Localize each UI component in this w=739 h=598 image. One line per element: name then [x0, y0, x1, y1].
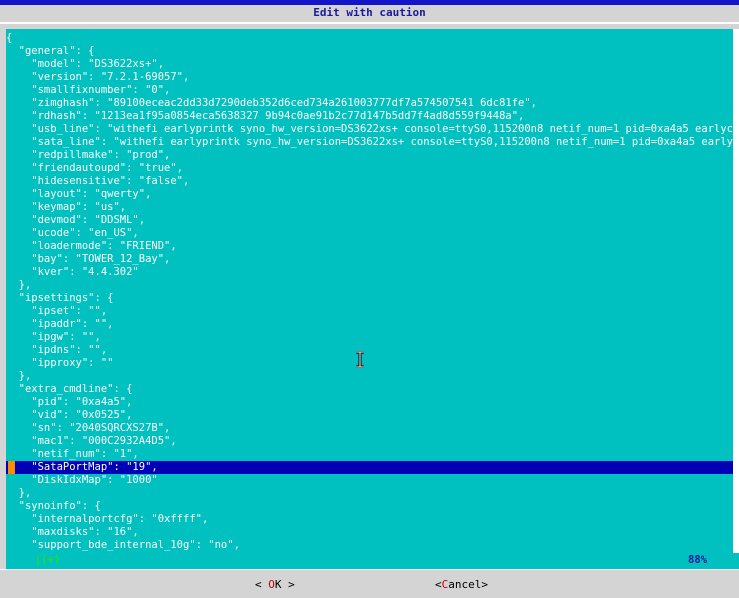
- scroll-indicator: |(+): [35, 554, 61, 566]
- editor-line[interactable]: "version": "7.2.1-69057",: [6, 71, 739, 84]
- editor-line[interactable]: "ipgw": "",: [6, 331, 739, 344]
- editor-line[interactable]: "bay": "TOWER_12_Bay",: [6, 253, 739, 266]
- editor-line[interactable]: },: [6, 370, 739, 383]
- editor-line[interactable]: "friendautoupd": "true",: [6, 162, 739, 175]
- editor-line[interactable]: "ipdns": "",: [6, 344, 739, 357]
- dialog-button-bar: < OK > <Cancel>: [0, 569, 739, 598]
- editor-line[interactable]: "ipset": "",: [6, 305, 739, 318]
- editor-line[interactable]: "rdhash": "1213ea1f95a0854eca5638327 9b9…: [6, 110, 739, 123]
- editor-status-bar: |(+) 88%: [6, 553, 739, 569]
- dialog-title-bar: Edit with caution: [0, 5, 739, 24]
- editor-line[interactable]: "ucode": "en_US",: [6, 227, 739, 240]
- editor-line[interactable]: "vid": "0x0525",: [6, 409, 739, 422]
- editor-line[interactable]: },: [6, 279, 739, 292]
- cancel-button[interactable]: <Cancel>: [435, 578, 488, 592]
- dialog-title: Edit with caution: [313, 6, 426, 19]
- json-editor-textbox[interactable]: { "general": { "model": "DS3622xs+", "ve…: [6, 29, 739, 553]
- cancel-button-left: <: [435, 578, 442, 591]
- editor-line[interactable]: "kver": "4.4.302": [6, 266, 739, 279]
- editor-line[interactable]: },: [6, 487, 739, 500]
- scroll-percent: 88%: [688, 554, 707, 566]
- editor-line[interactable]: "loadermode": "FRIEND",: [6, 240, 739, 253]
- text-cursor-marker: [8, 461, 15, 474]
- editor-line[interactable]: "devmod": "DDSML",: [6, 214, 739, 227]
- editor-line[interactable]: "hidesensitive": "false",: [6, 175, 739, 188]
- ok-button-left: <: [255, 578, 269, 591]
- editor-line[interactable]: "keymap": "us",: [6, 201, 739, 214]
- editor-line-selected[interactable]: "SataPortMap": "19",: [6, 461, 739, 474]
- editor-line[interactable]: "ipaddr": "",: [6, 318, 739, 331]
- editor-right-border: [733, 29, 739, 553]
- editor-line[interactable]: "usb_line": "withefi earlyprintk syno_hw…: [6, 123, 739, 136]
- editor-line[interactable]: "DiskIdxMap": "1000": [6, 474, 739, 487]
- ok-button[interactable]: < OK >: [255, 578, 295, 592]
- cancel-button-rest: ancel>: [448, 578, 488, 591]
- editor-line[interactable]: "layout": "qwerty",: [6, 188, 739, 201]
- editor-line[interactable]: "redpillmake": "prod",: [6, 149, 739, 162]
- editor-line[interactable]: "synoinfo": {: [6, 500, 739, 513]
- editor-line[interactable]: "sata_line": "withefi earlyprintk syno_h…: [6, 136, 739, 149]
- editor-line[interactable]: "pid": "0xa4a5",: [6, 396, 739, 409]
- editor-line[interactable]: "extra_cmdline": {: [6, 383, 739, 396]
- ok-button-hotkey: O: [268, 578, 275, 591]
- editor-line[interactable]: "support_bde_internal_10g": "no",: [6, 539, 739, 552]
- editor-line[interactable]: "smallfixnumber": "0",: [6, 84, 739, 97]
- editor-line[interactable]: "netif_num": "1",: [6, 448, 739, 461]
- editor-line[interactable]: "model": "DS3622xs+",: [6, 58, 739, 71]
- editor-line[interactable]: {: [6, 32, 739, 45]
- editor-line[interactable]: "mac1": "000C2932A4D5",: [6, 435, 739, 448]
- editor-line[interactable]: "zimghash": "89100eceac2dd33d7290deb352d…: [6, 97, 739, 110]
- ibeam-cursor-icon: [356, 351, 364, 368]
- terminal-screen: Edit with caution { "general": { "model"…: [0, 0, 739, 598]
- editor-line[interactable]: "ipproxy": "": [6, 357, 739, 370]
- editor-line[interactable]: "ipsettings": {: [6, 292, 739, 305]
- editor-line[interactable]: "internalportcfg": "0xffff",: [6, 513, 739, 526]
- ok-button-rest: K >: [274, 578, 295, 591]
- editor-line[interactable]: "maxdisks": "16",: [6, 526, 739, 539]
- editor-line[interactable]: "sn": "2040SQRCXS27B",: [6, 422, 739, 435]
- editor-line[interactable]: "general": {: [6, 45, 739, 58]
